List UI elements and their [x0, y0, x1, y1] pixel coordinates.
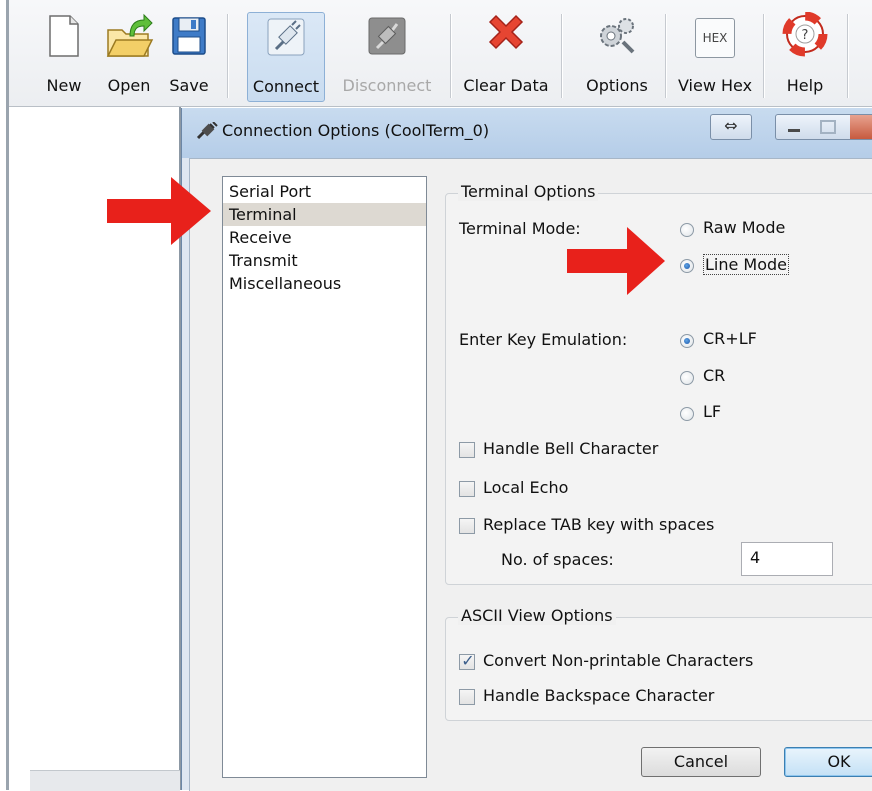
local-echo-checkbox[interactable] [459, 481, 475, 497]
new-label: New [46, 76, 82, 95]
replace-tab-label[interactable]: Replace TAB key with spaces [483, 515, 714, 534]
convert-nonprintable-label[interactable]: Convert Non-printable Characters [483, 651, 753, 670]
open-button[interactable]: Open [99, 12, 159, 102]
app-status-bar [30, 770, 180, 791]
connect-plug-icon [267, 18, 305, 56]
ascii-view-options-title: ASCII View Options [458, 606, 616, 625]
resize-arrows-icon: ⇔ [724, 116, 738, 135]
disconnect-plug-icon [368, 17, 406, 55]
checkmark-icon: ✓ [461, 651, 475, 670]
options-button[interactable]: Options [577, 12, 657, 102]
raw-mode-radio[interactable] [680, 223, 694, 237]
save-button[interactable]: Save [164, 12, 214, 102]
num-spaces-label: No. of spaces: [501, 550, 614, 569]
toolbar-separator [847, 14, 848, 98]
dialog-title: Connection Options (CoolTerm_0) [222, 121, 490, 140]
red-arrow-icon [567, 227, 665, 295]
crlf-radio[interactable] [680, 334, 694, 348]
toolbar-separator [227, 14, 228, 98]
handle-bell-checkbox[interactable] [459, 442, 475, 458]
cancel-button[interactable]: Cancel [641, 747, 761, 777]
red-x-icon [488, 14, 524, 50]
enter-key-emulation-label: Enter Key Emulation: [459, 330, 628, 349]
close-button[interactable] [850, 115, 872, 139]
open-label: Open [107, 76, 151, 95]
view-hex-button[interactable]: HEX View Hex [675, 12, 755, 102]
handle-bell-label[interactable]: Handle Bell Character [483, 439, 658, 458]
dialog-client-area: Serial Port Terminal Receive Transmit Mi… [189, 158, 872, 791]
handle-backspace-checkbox[interactable] [459, 689, 475, 705]
convert-nonprintable-checkbox[interactable]: ✓ [459, 651, 475, 670]
ascii-view-options-group: ASCII View Options ✓ Convert Non-printab… [445, 606, 872, 721]
local-echo-label[interactable]: Local Echo [483, 478, 568, 497]
red-arrow-icon [107, 177, 211, 245]
connection-options-dialog: Connection Options (CoolTerm_0) ⇔ Serial… [181, 108, 872, 791]
gears-icon [600, 18, 635, 54]
toolbar-separator [665, 14, 666, 98]
hex-icon: HEX [695, 18, 735, 58]
toolbar-separator [450, 14, 451, 98]
category-list: Serial Port Terminal Receive Transmit Mi… [222, 176, 427, 778]
category-terminal[interactable]: Terminal [223, 203, 426, 226]
category-transmit[interactable]: Transmit [223, 249, 426, 272]
lf-radio[interactable] [680, 407, 694, 421]
num-spaces-input[interactable]: 4 [741, 542, 833, 576]
raw-mode-label[interactable]: Raw Mode [703, 218, 785, 237]
cr-radio[interactable] [680, 371, 694, 385]
handle-backspace-label[interactable]: Handle Backspace Character [483, 686, 714, 705]
ok-button[interactable]: OK [784, 747, 872, 777]
window-controls [775, 114, 872, 140]
replace-tab-checkbox[interactable] [459, 518, 475, 534]
connect-label: Connect [252, 77, 320, 96]
lf-label[interactable]: LF [703, 402, 721, 421]
view-hex-label: View Hex [677, 76, 753, 95]
terminal-mode-label: Terminal Mode: [459, 219, 581, 238]
help-button[interactable]: ? Help [775, 12, 835, 102]
line-mode-label[interactable]: Line Mode [703, 254, 790, 275]
crlf-label[interactable]: CR+LF [703, 329, 757, 348]
clear-data-label: Clear Data [463, 76, 549, 95]
options-label: Options [586, 76, 648, 95]
disconnect-label: Disconnect [342, 76, 432, 95]
help-label: Help [786, 76, 824, 95]
resize-button[interactable]: ⇔ [710, 114, 752, 140]
clear-data-button[interactable]: Clear Data [461, 12, 551, 102]
category-receive[interactable]: Receive [223, 226, 426, 249]
new-button[interactable]: New [34, 12, 94, 102]
category-serial-port[interactable]: Serial Port [223, 180, 426, 203]
disconnect-button[interactable]: Disconnect [337, 12, 437, 102]
dialog-titlebar[interactable]: Connection Options (CoolTerm_0) ⇔ [182, 108, 872, 158]
line-mode-radio[interactable] [680, 259, 694, 273]
lifebuoy-icon: ? [782, 12, 828, 57]
svg-text:?: ? [802, 28, 809, 43]
category-miscellaneous[interactable]: Miscellaneous [223, 272, 426, 295]
save-label: Save [169, 76, 209, 95]
terminal-options-title: Terminal Options [458, 182, 599, 201]
minimize-icon[interactable] [788, 129, 800, 132]
maximize-icon[interactable] [820, 120, 836, 134]
new-document-icon [49, 15, 79, 57]
floppy-disk-icon [172, 17, 206, 55]
cr-label[interactable]: CR [703, 366, 725, 385]
plug-app-icon [196, 122, 218, 140]
open-folder-icon [106, 13, 154, 57]
toolbar-separator [561, 14, 562, 98]
toolbar-separator [763, 14, 764, 98]
connect-button[interactable]: Connect [247, 12, 325, 102]
toolbar: New Open Save Connect Disconnect Clear D… [9, 0, 872, 107]
